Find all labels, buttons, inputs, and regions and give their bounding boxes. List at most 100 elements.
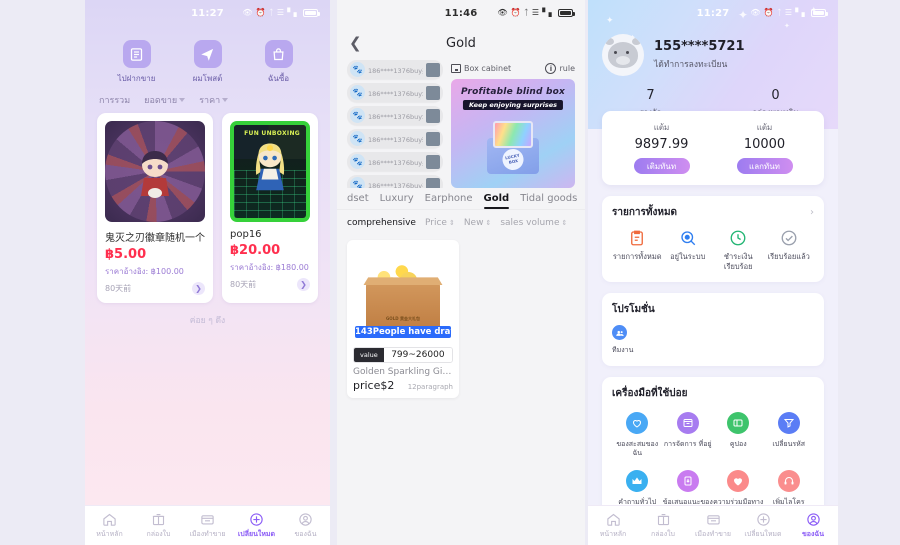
tab-home[interactable]: หน้าหลัก (85, 506, 134, 545)
quick-action-consign[interactable]: ไปฝากขาย (105, 40, 169, 85)
tab-headset[interactable]: dset (347, 193, 369, 209)
product-thumb (426, 108, 440, 123)
ref-price-value: ฿180.00 (275, 263, 309, 272)
sort-new[interactable]: New ⇕ (464, 218, 492, 228)
sort-price[interactable]: Price ⇕ (425, 218, 455, 228)
filter-icon (777, 411, 800, 434)
store-icon (706, 512, 721, 527)
order-paid[interactable]: ชำระเงิน เรียบร้อย (713, 229, 764, 272)
tab-store[interactable]: เมืองทำขาย (688, 506, 738, 545)
tv-icon (493, 121, 533, 148)
sort-arrows-icon: ⇕ (448, 218, 455, 227)
page-title: Gold (446, 35, 476, 51)
coupon-icon (727, 411, 750, 434)
status-time: 11:27 (696, 7, 730, 19)
status-bar: 11:46 👁 ⏰ ᛏ ☰ ▘▖ (337, 0, 585, 26)
chevron-right-icon[interactable]: › (810, 207, 814, 218)
tool-change-password[interactable]: เปลี่ยนรหัส (764, 411, 815, 459)
tool-my-collection[interactable]: ของสะสมของฉัน (612, 411, 663, 459)
product-card[interactable]: GOLD 黄金大礼包 143People have drawn value 79… (347, 240, 459, 398)
status-bar: 11:27 👁 ⏰ ᛏ ☰ ▘▖ (588, 0, 838, 26)
bottom-tabbar: หน้าหลัก กล่องใบ เมืองทำขาย เปลี่ยนใหมด (85, 505, 330, 545)
quick-action-posted[interactable]: ผมโพสต์ (176, 40, 240, 85)
order-completed[interactable]: เรียบร้อยแล้ว (764, 229, 815, 272)
stat-value: 7 (646, 88, 655, 103)
filter-label: ราคา (199, 96, 221, 106)
orders-header[interactable]: รายการทั้งหมด › (612, 205, 814, 220)
tab-swap[interactable]: เปลี่ยนใหมด (738, 506, 788, 545)
chevron-left-icon[interactable]: ❮ (349, 34, 362, 52)
chevron-right-icon[interactable]: ❯ (192, 282, 205, 295)
sort-sales-volume[interactable]: sales volume ⇕ (500, 218, 567, 228)
topup-button[interactable]: เติมทันท (633, 158, 690, 174)
tab-profile[interactable]: ของฉัน (788, 506, 838, 545)
product-card[interactable]: 鬼灭之刃徽章随机一个 ฿5.00 ราคาอ้างอิง: ฿100.00 80… (97, 113, 213, 303)
alarm-icon: ⏰ (510, 8, 521, 17)
pull-hint: ค่อย ๆ ดึง (189, 316, 226, 326)
bluetooth-icon: ᛏ (776, 8, 782, 17)
tab-gold[interactable]: Gold (483, 193, 509, 209)
eye-icon: 👁 (497, 8, 508, 17)
points-label: แต้ม (653, 123, 670, 132)
order-in-system[interactable]: อยู่ในระบบ (663, 229, 714, 272)
vibrate-icon: ☰ (531, 8, 540, 17)
tab-box[interactable]: กล่องใบ (638, 506, 688, 545)
tab-swap[interactable]: เปลี่ยนใหมด (232, 506, 281, 545)
order-all[interactable]: รายการทั้งหมด (612, 229, 663, 272)
tab-home[interactable]: หน้าหลัก (588, 506, 638, 545)
feed-item: 🐾 186****1376buy男生 (347, 152, 443, 171)
category-tabs: dset Luxury Earphone Gold Tidal goods (337, 188, 585, 210)
tab-label: Earphone (424, 193, 473, 204)
promo-team[interactable]: ทีมงาน (612, 325, 664, 355)
rule-label: rule (559, 64, 575, 73)
box-cabinet-button[interactable]: Box cabinet (451, 64, 511, 73)
phone-2-gold-category: 11:46 👁 ⏰ ᛏ ☰ ▘▖ ❮ Gold 🐾 186****1376buy… (337, 0, 585, 545)
tool-address-management[interactable]: การจัดการ ที่อยู่ (663, 411, 714, 459)
swap-icon (249, 512, 264, 527)
product-card[interactable]: FUN UNBOXING pop16 ฿20.00 ราคาอ้างอิง: ฿… (222, 113, 318, 303)
status-bar: 11:27 👁 ⏰ ᛏ ☰ ▘▖ (85, 0, 330, 26)
ref-price-label: ราคาอ้างอิง: (105, 267, 149, 276)
avatar[interactable] (602, 34, 644, 76)
quick-action-label: ฉันซื้อ (267, 74, 290, 83)
product-image (105, 121, 205, 222)
box-text: GOLD 黄金大礼包 (386, 316, 420, 321)
tab-earphone[interactable]: Earphone (425, 193, 473, 209)
tab-box[interactable]: กล่องใบ (134, 506, 183, 545)
status-time: 11:27 (191, 7, 224, 19)
quick-action-bought[interactable]: ฉันซื้อ (247, 40, 311, 85)
tool-coupon[interactable]: คูปอง (713, 411, 764, 459)
tab-store[interactable]: เมืองทำขาย (183, 506, 232, 545)
status-icons: 👁 ⏰ ᛏ ☰ ▘▖ (497, 8, 575, 17)
redeem-button[interactable]: แลกทันท (736, 158, 793, 174)
user-row[interactable]: 155****5721 ได้ทำการลงทะเบียน (588, 26, 838, 76)
promo-banner[interactable]: Profitable blind box Keep enjoying surpr… (451, 79, 575, 188)
user-avatar: 🐾 (350, 154, 365, 169)
ref-price-value: ฿100.00 (150, 267, 184, 276)
order-label: เรียบร้อยแล้ว (767, 252, 810, 261)
tab-label: เปลี่ยนใหมด (237, 529, 276, 538)
hero-actions: Box cabinet i rule (451, 60, 575, 77)
tab-tidal-goods[interactable]: Tidal goods (520, 193, 577, 209)
tab-label: ของฉัน (802, 529, 824, 538)
chevron-right-icon[interactable]: ❯ (297, 278, 310, 291)
screenshot-stage: 11:27 👁 ⏰ ᛏ ☰ ▘▖ ไปฝากขาย ผมโพสต์ ฉันซื้… (0, 0, 900, 545)
product-name: Golden Sparkling Gift Bag (353, 367, 453, 377)
tools-row-1: ของสะสมของฉัน การจัดการ ที่อยู่ คูปอง เป… (612, 411, 815, 459)
user-avatar: 🐾 (350, 62, 365, 77)
filter-bar: การรวม ยอดขาย ราคา (85, 87, 330, 113)
filter-price[interactable]: ราคา (199, 93, 229, 107)
tab-profile[interactable]: ของฉัน (281, 506, 330, 545)
tab-label: กล่องใบ (650, 529, 675, 538)
sort-arrows-icon: ⇕ (485, 218, 492, 227)
rule-button[interactable]: i rule (545, 63, 575, 74)
filter-sales[interactable]: ยอดขาย (144, 93, 186, 107)
box-icon (656, 512, 671, 527)
tab-luxury[interactable]: Luxury (380, 193, 414, 209)
filter-combined[interactable]: การรวม (99, 93, 130, 107)
anime-character-art (141, 150, 169, 198)
product-thumb (426, 177, 440, 188)
sort-comprehensive[interactable]: comprehensive (347, 218, 416, 228)
home-icon (606, 512, 621, 527)
eye-icon: 👁 (242, 8, 253, 17)
